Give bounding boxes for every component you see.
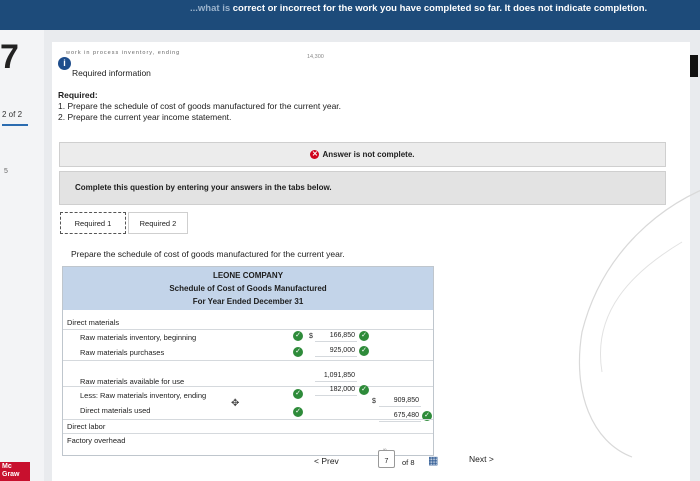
row-factory-overhead[interactable]: Factory overhead	[67, 436, 125, 445]
row-divider	[63, 386, 433, 387]
required-information-link[interactable]: Required information	[72, 68, 151, 78]
feedback-banner: ...what is correct or incorrect for the …	[0, 0, 700, 30]
banner-text: correct or incorrect for the work you ha…	[232, 3, 648, 14]
required-item-2: 2. Prepare the current year income state…	[58, 112, 232, 122]
rm-beginning-input[interactable]: 166,850	[315, 330, 357, 342]
instruction-text: Complete this question by entering your …	[75, 183, 332, 192]
currency-symbol: $	[372, 398, 376, 405]
info-icon[interactable]: i	[58, 57, 71, 70]
check-icon: ✓	[359, 331, 369, 341]
row-divider	[63, 329, 433, 330]
check-icon: ✓	[293, 389, 303, 399]
tab-required-2[interactable]: Required 2	[128, 212, 188, 234]
row-dm-used[interactable]: Direct materials used	[80, 406, 150, 415]
schedule-title: Schedule of Cost of Goods Manufactured	[169, 284, 327, 293]
tab-required-1[interactable]: Required 1	[60, 212, 126, 234]
page-count: of 8	[402, 458, 415, 467]
currency-symbol: $	[309, 333, 313, 340]
question-panel: work in process inventory, ending 14,300…	[52, 42, 700, 481]
row-divider	[63, 360, 433, 361]
tab-instruction: Prepare the schedule of cost of goods ma…	[71, 249, 345, 259]
row-rm-beginning[interactable]: Raw materials inventory, beginning	[80, 333, 196, 342]
instruction-box: Complete this question by entering your …	[59, 171, 666, 205]
logo-line2: Graw	[2, 471, 20, 478]
rm-available-input[interactable]: 1,091,850	[315, 370, 357, 382]
required-item-1: 1. Prepare the schedule of cost of goods…	[58, 101, 342, 111]
background-scribble	[578, 190, 700, 458]
next-button[interactable]: Next >	[469, 454, 494, 464]
prev-button[interactable]: < Prev	[314, 456, 339, 466]
side-mark: 5	[4, 168, 8, 175]
left-rail	[0, 30, 44, 481]
banner-prefix: ...what is	[190, 3, 233, 14]
blurred-value: 14,300	[307, 54, 324, 60]
row-direct-labor[interactable]: Direct labor	[67, 422, 105, 431]
check-icon: ✓	[293, 347, 303, 357]
dm-used-input-b[interactable]: 675,480	[379, 410, 421, 422]
progress-underline	[2, 124, 28, 126]
company-name: LEONE COMPANY	[212, 271, 284, 280]
row-divider	[63, 419, 433, 420]
row-rm-purchases[interactable]: Raw materials purchases	[80, 348, 164, 357]
required-instructions: Required: 1. Prepare the schedule of cos…	[58, 90, 341, 123]
schedule-period: For Year Ended December 31	[192, 297, 304, 306]
progress-label[interactable]: 2 of 2	[2, 110, 22, 119]
required-heading: Required:	[58, 90, 98, 100]
mcgraw-logo: Mc Graw	[0, 462, 30, 481]
blurred-title: work in process inventory, ending	[66, 50, 181, 56]
question-number: 7	[0, 38, 19, 76]
cogm-schedule-table: LEONE COMPANY Schedule of Cost of Goods …	[62, 266, 434, 456]
row-direct-materials[interactable]: Direct materials	[67, 318, 119, 327]
row-less-rm-ending[interactable]: Less: Raw materials inventory, ending	[80, 391, 206, 400]
answer-status-box: ✕ Answer is not complete.	[59, 142, 666, 167]
grid-icon[interactable]: ▦	[428, 454, 438, 467]
right-edge-bar	[690, 55, 698, 77]
schedule-header: LEONE COMPANY Schedule of Cost of Goods …	[63, 267, 433, 310]
check-icon: ✓	[293, 407, 303, 417]
check-icon: ✓	[359, 385, 369, 395]
logo-line1: Mc	[2, 463, 12, 470]
rm-ending-input[interactable]: 182,000	[315, 384, 357, 396]
check-icon: ✓	[293, 331, 303, 341]
move-cursor-icon: ✥	[231, 398, 240, 409]
check-icon: ✓	[359, 346, 369, 356]
error-icon: ✕	[310, 150, 320, 160]
row-rm-available[interactable]: Raw materials available for use	[80, 377, 184, 386]
current-page-box[interactable]: 7	[378, 450, 395, 468]
dm-used-input-a[interactable]: 909,850	[379, 395, 421, 407]
row-divider	[63, 433, 433, 434]
rm-purchases-input[interactable]: 925,000	[315, 345, 357, 357]
answer-status-text: Answer is not complete.	[322, 150, 415, 159]
